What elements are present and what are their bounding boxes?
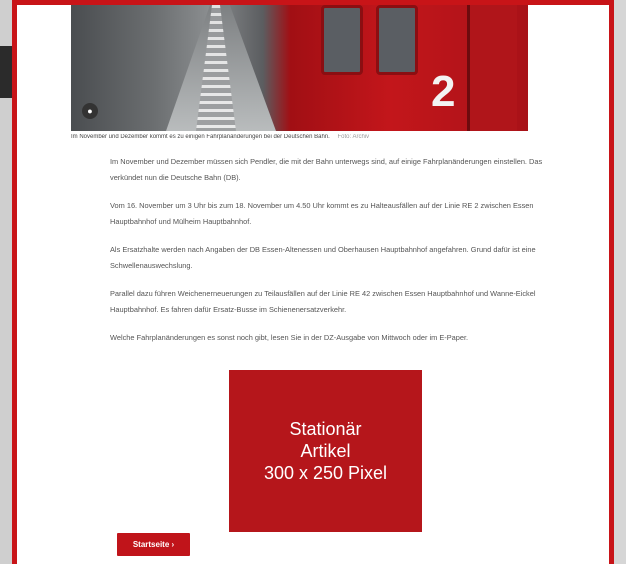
ad-placeholder[interactable]: Stationär Artikel 300 x 250 Pixel	[229, 370, 422, 532]
caption-text: Im November und Dezember kommt es zu ein…	[71, 134, 330, 140]
ad-line-3: 300 x 250 Pixel	[263, 463, 388, 483]
image-caption: Im November und Dezember kommt es zu ein…	[71, 134, 551, 140]
article-paragraph: Vom 16. November um 3 Uhr bis zum 18. No…	[110, 201, 534, 226]
article-paragraph: Welche Fahrplanänderungen es sonst noch …	[110, 333, 469, 342]
train-number-label: 2	[431, 67, 456, 116]
hero-image[interactable]: 2 ●	[71, 5, 528, 131]
article-paragraph: Als Ersatzhalte werden nach Angaben der …	[110, 245, 536, 270]
startseite-button[interactable]: Startseite ›	[117, 533, 190, 556]
ad-line-2: Artikel	[300, 441, 351, 461]
photo-credit: Foto: Archiv	[337, 134, 370, 140]
ad-text: Stationär Artikel 300 x 250 Pixel	[264, 418, 387, 484]
page-background-right	[612, 0, 626, 564]
ad-line-1: Stationär	[289, 419, 362, 439]
train-door	[467, 5, 517, 131]
train-window	[376, 5, 418, 75]
camera-icon[interactable]: ●	[82, 103, 98, 119]
article-paragraph: Parallel dazu führen Weichenerneuerungen…	[110, 289, 536, 314]
article-body: Im November und Dezember müssen sich Pen…	[110, 154, 546, 359]
article-paragraph: Im November und Dezember müssen sich Pen…	[110, 157, 543, 182]
train-window	[321, 5, 363, 75]
